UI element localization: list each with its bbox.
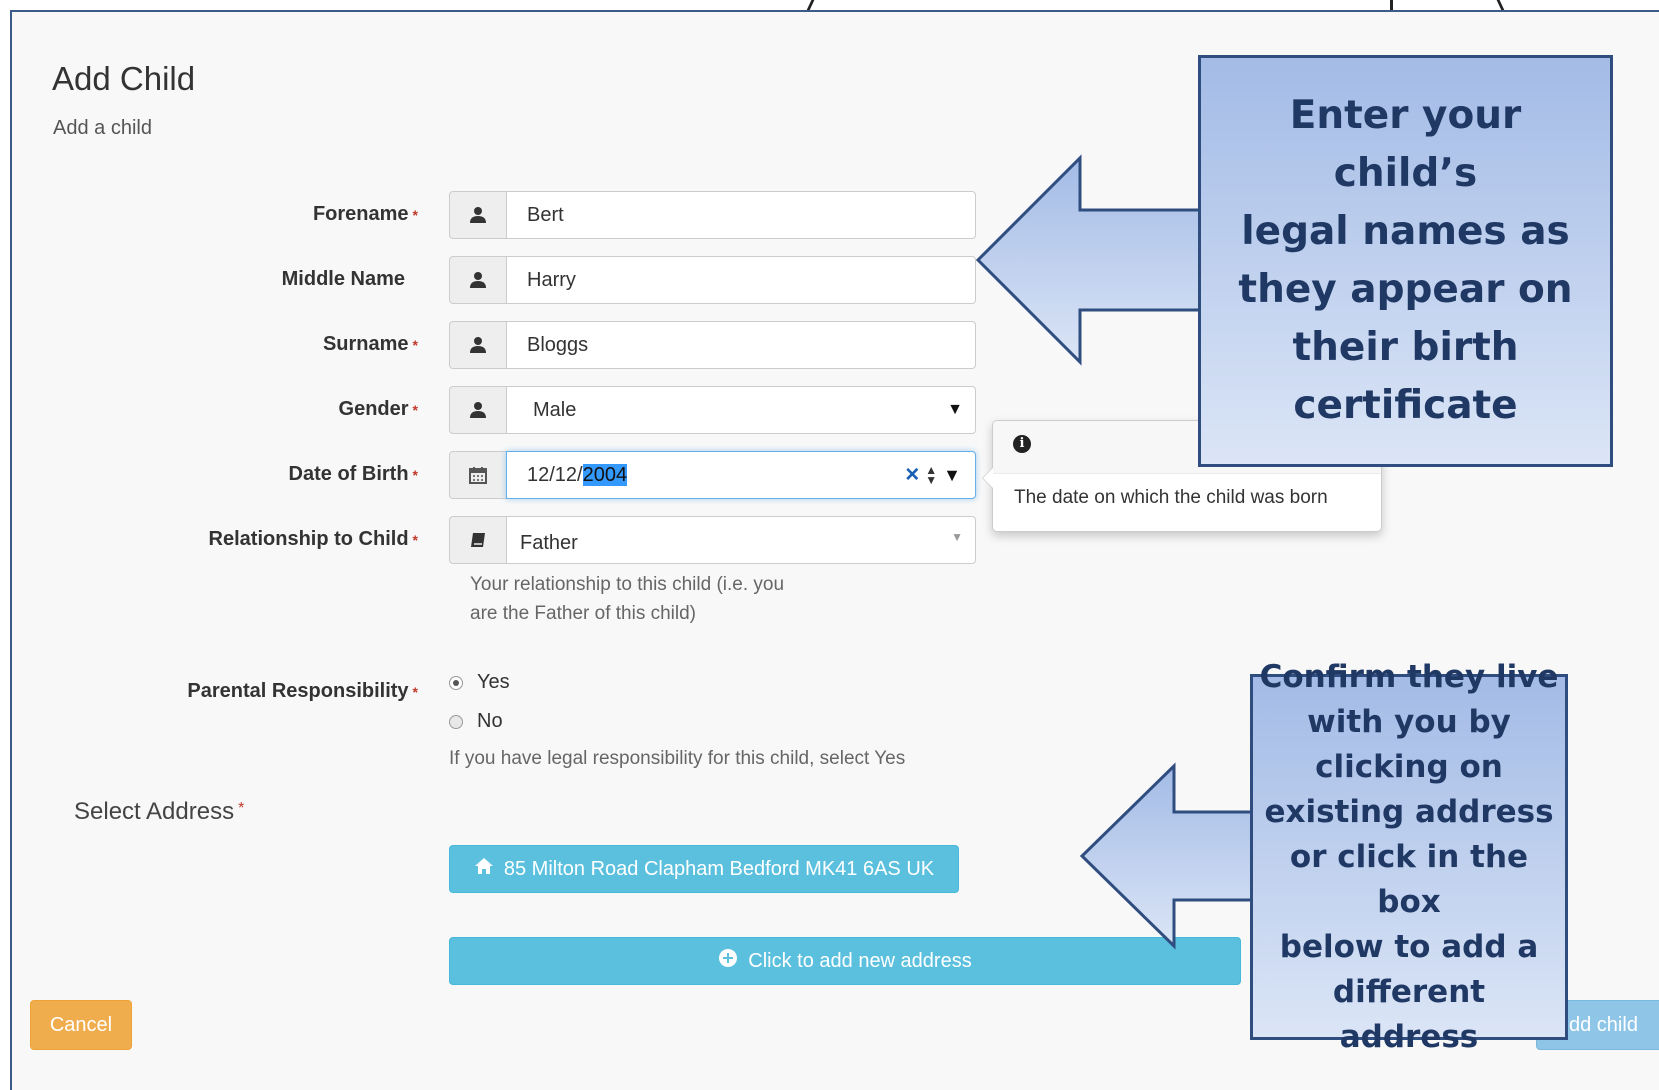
callout-line: existing address	[1264, 793, 1554, 830]
callout-line: they appear on	[1238, 267, 1573, 312]
callout-line: legal names as	[1241, 209, 1570, 254]
callout-line: Confirm they live	[1259, 658, 1559, 695]
callout-line: different address	[1332, 973, 1486, 1055]
callout-line: clicking on	[1315, 748, 1503, 785]
callout-names: Enter your child’s legal names as they a…	[1198, 55, 1613, 467]
callout-line: with you by	[1307, 703, 1511, 740]
callout-arrow-names	[975, 154, 1202, 366]
callout-line: Enter your child’s	[1289, 93, 1522, 196]
callout-line: certificate	[1293, 383, 1518, 428]
callout-line: below to add a	[1279, 928, 1539, 965]
callout-line: their birth	[1292, 325, 1519, 370]
callout-line: or click in the box	[1289, 838, 1529, 920]
callout-arrow-address	[1079, 762, 1255, 950]
callout-address: Confirm they live with you by clicking o…	[1250, 659, 1568, 1055]
